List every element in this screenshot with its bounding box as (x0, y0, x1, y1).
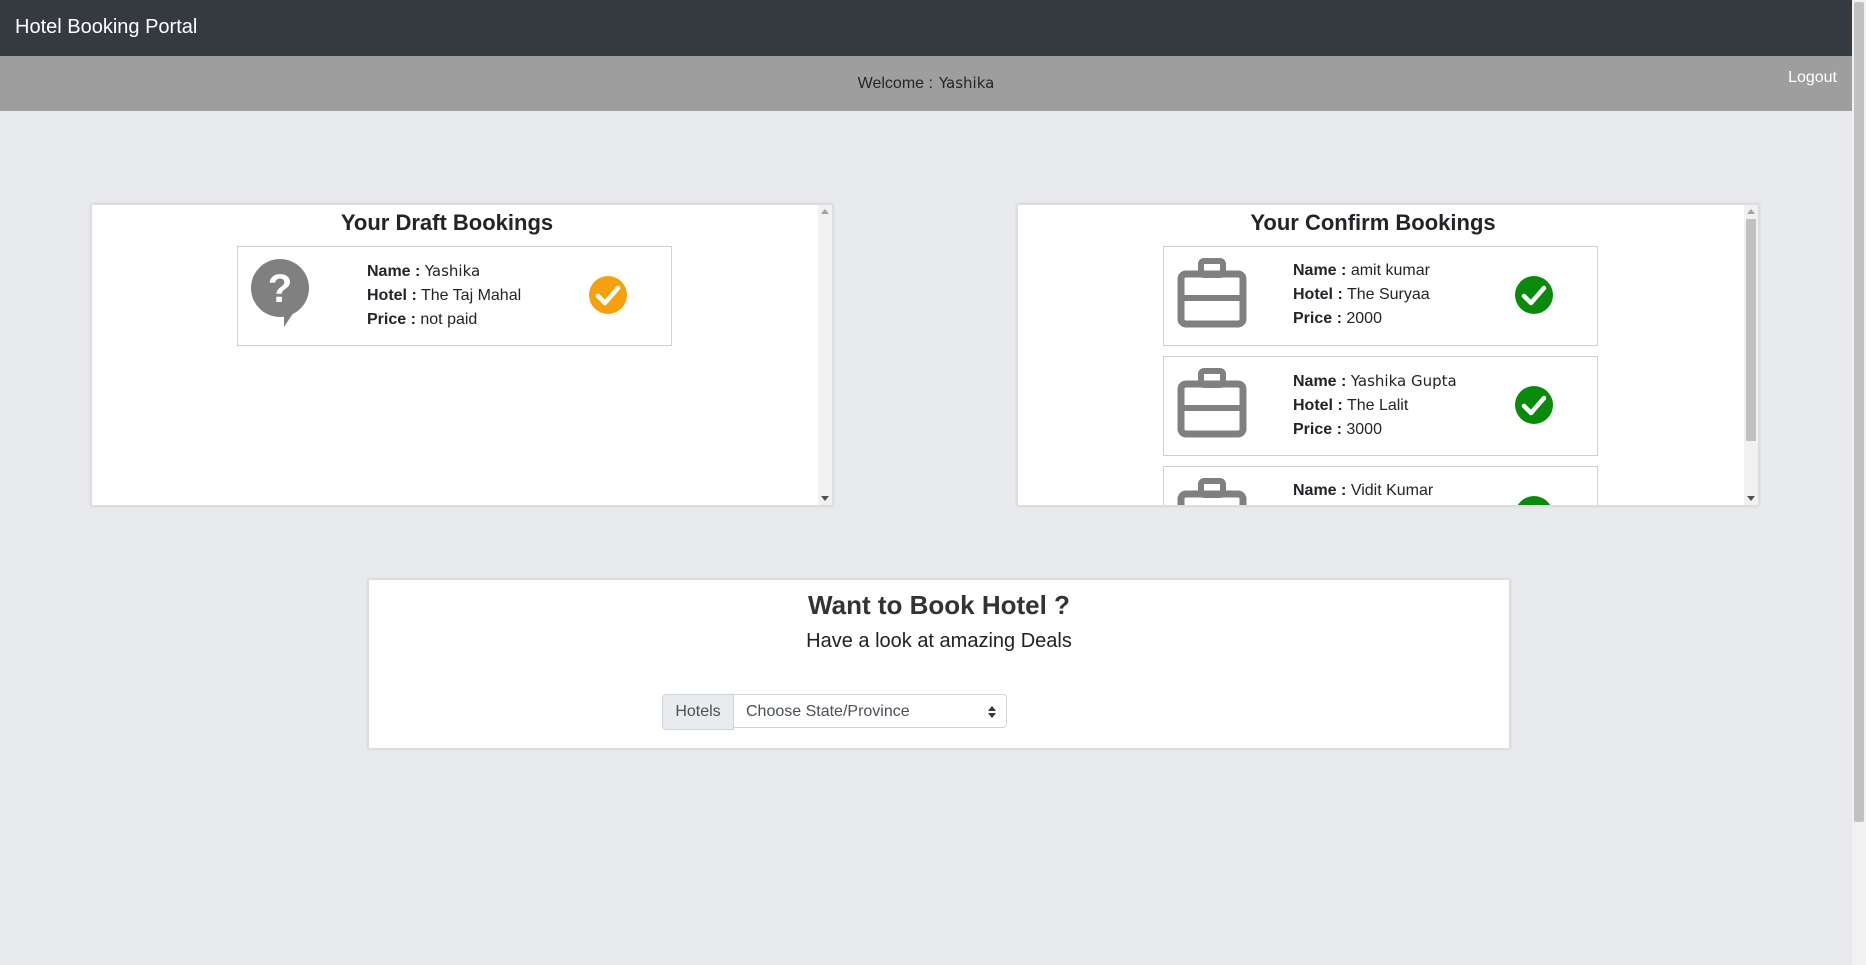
hotel-label: Hotel : (1293, 286, 1343, 303)
select-value: Choose State/Province (746, 703, 910, 720)
check-circle-icon[interactable] (1514, 275, 1554, 315)
price-label: Price : (367, 311, 416, 328)
booking-name: Yashika Gupta (1350, 372, 1457, 390)
briefcase-icon (1177, 368, 1247, 438)
welcome-label: Welcome : (857, 75, 933, 92)
name-label: Name : (1293, 373, 1347, 390)
check-circle-icon[interactable] (1514, 385, 1554, 425)
booking-hotel: The Taj Mahal (420, 287, 522, 304)
select-caret-icon (988, 706, 996, 718)
state-province-select[interactable]: Choose State/Province (733, 694, 1007, 728)
booking-price: 3000 (1346, 421, 1382, 438)
name-label: Name : (367, 263, 421, 280)
app-title[interactable]: Hotel Booking Portal (15, 16, 197, 39)
draft-scrollbar[interactable] (818, 205, 832, 505)
booking-info: Name : amit kumar Hotel : The Suryaa Pri… (1293, 259, 1430, 331)
hotels-addon-label: Hotels (662, 694, 734, 730)
svg-text:?: ? (268, 267, 292, 311)
confirm-booking-card[interactable]: Name : Vidit Kumar (1163, 466, 1598, 505)
booking-info: Name : Yashika Gupta Hotel : The Lalit P… (1293, 369, 1457, 442)
confirm-bookings-panel: Your Confirm Bookings Name : amit kumar … (1017, 204, 1759, 506)
scroll-down-arrow-icon[interactable] (821, 496, 829, 501)
booking-hotel: The Lalit (1346, 397, 1409, 414)
scroll-up-arrow-icon[interactable] (1747, 209, 1755, 214)
welcome-username: Yashika (938, 74, 995, 92)
name-label: Name : (1293, 262, 1347, 279)
booking-price: 2000 (1346, 310, 1382, 327)
scroll-down-arrow-icon[interactable] (1747, 496, 1755, 501)
page-scrollbar[interactable] (1852, 0, 1866, 965)
scroll-up-arrow-icon[interactable] (821, 209, 829, 214)
confirm-scrollbar[interactable] (1744, 205, 1758, 505)
booking-price: not paid (420, 311, 478, 328)
question-bubble-icon: ? (251, 259, 309, 327)
price-label: Price : (1293, 421, 1342, 438)
draft-bookings-panel: Your Draft Bookings ? Name : Yashika Hot… (91, 204, 833, 506)
hotel-label: Hotel : (367, 287, 417, 304)
page-scrollbar-thumb[interactable] (1854, 2, 1864, 822)
book-hotel-panel: Want to Book Hotel ? Have a look at amaz… (368, 579, 1510, 749)
booking-info: Name : Vidit Kumar (1293, 479, 1433, 503)
draft-booking-card[interactable]: ? Name : Yashika Hotel : The Taj Mahal P… (237, 246, 672, 346)
booking-name: amit kumar (1350, 262, 1430, 279)
confirm-bookings-title: Your Confirm Bookings (1250, 210, 1496, 235)
check-circle-icon[interactable] (588, 275, 628, 315)
booking-name: Yashika (424, 262, 481, 280)
welcome-bar: Welcome : Yashika Logout (0, 56, 1852, 111)
confirm-booking-card[interactable]: Name : Yashika Gupta Hotel : The Lalit P… (1163, 356, 1598, 456)
hotel-label: Hotel : (1293, 397, 1343, 414)
briefcase-icon (1177, 478, 1247, 505)
welcome-text: Welcome : Yashika (0, 74, 1852, 93)
price-label: Price : (1293, 310, 1342, 327)
logout-link[interactable]: Logout (1788, 69, 1837, 87)
confirm-booking-card[interactable]: Name : amit kumar Hotel : The Suryaa Pri… (1163, 246, 1598, 346)
booking-info: Name : Yashika Hotel : The Taj Mahal Pri… (367, 259, 521, 332)
booking-name: Vidit Kumar (1350, 482, 1434, 499)
booking-hotel: The Suryaa (1346, 286, 1430, 303)
book-hotel-subtitle: Have a look at amazing Deals (806, 630, 1072, 652)
check-circle-icon[interactable] (1514, 495, 1554, 505)
scrollbar-thumb[interactable] (1746, 219, 1756, 441)
navbar: Hotel Booking Portal (0, 0, 1852, 56)
briefcase-icon (1177, 258, 1247, 328)
name-label: Name : (1293, 482, 1347, 499)
draft-bookings-title: Your Draft Bookings (340, 210, 554, 235)
book-hotel-title: Want to Book Hotel ? (808, 590, 1070, 620)
